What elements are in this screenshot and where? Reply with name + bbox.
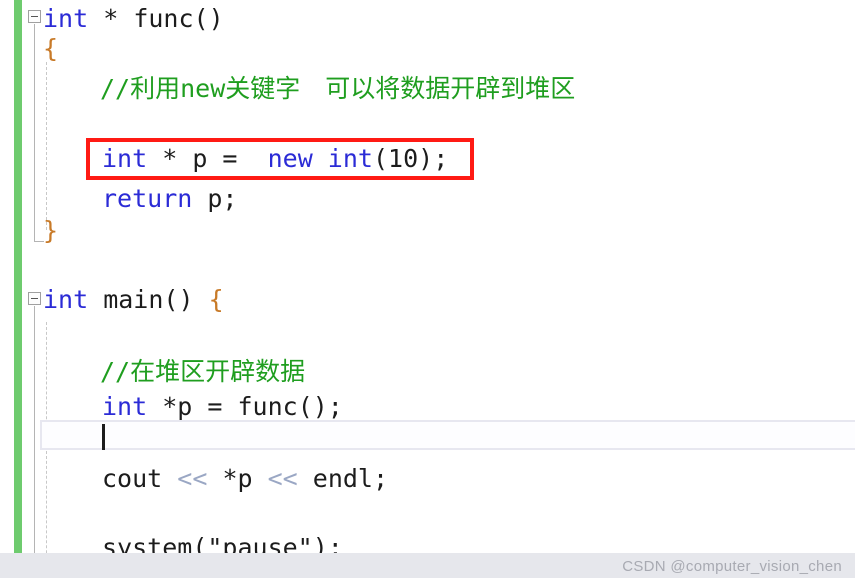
change-indicator-bar	[14, 0, 22, 578]
code-line-comment-new-keyword[interactable]: //利用new关键字 可以将数据开辟到堆区	[100, 74, 575, 104]
code-line-func-close-brace[interactable]: }	[43, 216, 58, 246]
comment-text: //在堆区开辟数据	[100, 357, 306, 386]
parens: ()	[193, 4, 224, 33]
code-line-main-signature[interactable]: int main() {	[43, 285, 224, 315]
keyword-int-2: int	[312, 144, 373, 173]
open-brace: {	[208, 285, 224, 314]
number-literal: 10	[388, 144, 419, 173]
stream-cout: cout	[102, 464, 163, 493]
code-line-new-int-allocation[interactable]: int * p = new int(10);	[102, 144, 448, 174]
keyword-int: int	[43, 4, 89, 33]
dereference-p: *p	[222, 464, 253, 493]
current-line-highlight	[40, 420, 855, 450]
parens-semicolon: ();	[297, 392, 343, 421]
open-brace: {	[43, 34, 59, 63]
indent-guide-main-body	[46, 322, 47, 578]
stream-insert-operator-2: <<	[252, 464, 313, 493]
fold-toggle-main[interactable]	[28, 292, 41, 305]
keyword-int: int	[43, 285, 89, 314]
indent-guide-func-body	[46, 62, 47, 230]
stream-insert-operator-1: <<	[162, 464, 223, 493]
variable-p-assign: *p =	[147, 392, 238, 421]
fold-toggle-func[interactable]	[28, 10, 41, 23]
code-line-func-signature[interactable]: int * func()	[43, 4, 224, 34]
open-paren: (	[372, 144, 389, 173]
code-line-func-open-brace[interactable]: {	[43, 34, 58, 64]
keyword-return: return	[102, 184, 193, 213]
keyword-int: int	[102, 392, 148, 421]
watermark-label: CSDN @computer_vision_chen	[622, 558, 842, 575]
keyword-int: int	[102, 144, 148, 173]
function-name-main: main	[88, 285, 164, 314]
variable-p: p;	[192, 184, 238, 213]
text-caret	[102, 424, 105, 450]
code-line-comment-heap-alloc[interactable]: //在堆区开辟数据	[100, 357, 305, 387]
close-brace: }	[43, 216, 59, 245]
code-line-return-p[interactable]: return p;	[102, 184, 237, 214]
parens: ()	[163, 285, 209, 314]
code-line-cout-print[interactable]: cout << *p << endl;	[102, 464, 388, 494]
fold-bracket-main	[34, 306, 35, 578]
variable-p: p	[192, 144, 208, 173]
function-name-func: func	[133, 4, 194, 33]
fold-bracket-func	[34, 24, 44, 242]
function-call-func: func	[237, 392, 298, 421]
keyword-new: new	[267, 144, 313, 173]
assign-operator: =	[207, 144, 268, 173]
pointer-star: *	[147, 144, 193, 173]
code-line-call-func[interactable]: int *p = func();	[102, 392, 343, 422]
pointer-star: *	[88, 4, 134, 33]
comment-text: //利用new关键字 可以将数据开辟到堆区	[100, 74, 576, 103]
code-editor-pane[interactable]: int * func() { //利用new关键字 可以将数据开辟到堆区 int…	[0, 0, 855, 578]
endl-manipulator: endl;	[312, 464, 389, 493]
close-paren-semicolon: );	[418, 144, 449, 173]
